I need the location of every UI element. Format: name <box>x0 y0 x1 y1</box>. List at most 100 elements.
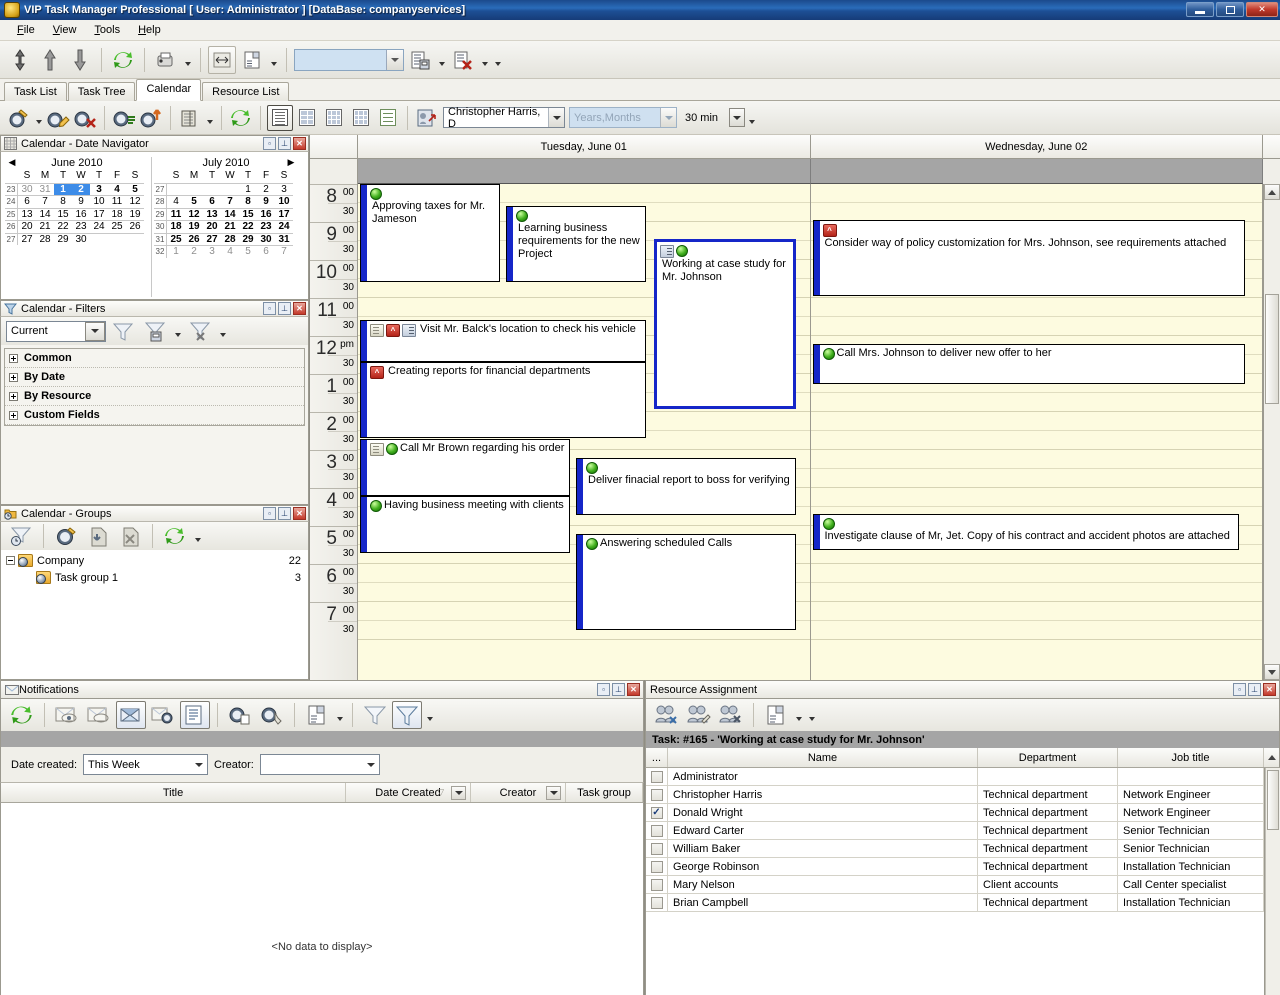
calendar-day-cell[interactable]: 15 <box>239 208 257 221</box>
calendar-day-cell[interactable] <box>221 183 239 196</box>
pin-icon[interactable]: ⊥ <box>278 302 291 315</box>
resource-vertical-scrollbar[interactable] <box>1265 768 1280 995</box>
filter-preset-combo[interactable]: Current <box>6 321 106 342</box>
groups-toolbar-overflow-arrow[interactable] <box>192 522 203 550</box>
calendar-day-cell[interactable]: 27 <box>18 233 36 246</box>
calendar-day-cell[interactable]: 3 <box>275 183 293 196</box>
columns-icon[interactable] <box>238 46 266 74</box>
calendar-day-cell[interactable]: 8 <box>54 195 72 208</box>
calendar-day-cell[interactable]: 29 <box>54 233 72 246</box>
calendar-day-cell[interactable]: 27 <box>203 233 221 246</box>
calendar-day-cell[interactable]: 24 <box>90 220 108 233</box>
delete-view-icon[interactable] <box>449 46 477 74</box>
row-checkbox-cell[interactable] <box>646 876 668 893</box>
unassign-group-icon[interactable] <box>115 522 145 550</box>
calendar-day-cell[interactable]: 5 <box>126 183 144 196</box>
mark-read-icon[interactable] <box>52 701 82 729</box>
checkbox[interactable] <box>651 897 663 909</box>
calendar-day-cell[interactable]: 21 <box>221 220 239 233</box>
calendar-day-cell[interactable]: 20 <box>18 220 36 233</box>
row-checkbox-cell[interactable] <box>646 804 668 821</box>
calendar-day-cell[interactable]: 20 <box>203 220 221 233</box>
calendar-day-cell[interactable]: 23 <box>257 220 275 233</box>
calendar-day-cell[interactable]: 26 <box>126 220 144 233</box>
delete-view-dropdown-arrow[interactable] <box>479 46 490 74</box>
menu-item-file[interactable]: File <box>8 22 44 38</box>
clear-filter-dropdown-arrow[interactable] <box>217 317 228 345</box>
calendar-day-cell[interactable]: 4 <box>221 245 239 258</box>
calendar-day-cell[interactable]: 3 <box>203 245 221 258</box>
resource-columns-icon[interactable] <box>761 701 791 729</box>
calendar-toolbar-overflow-arrow[interactable] <box>746 104 757 132</box>
day-column-wednesday[interactable]: ^Consider way of policy customization fo… <box>811 184 1264 680</box>
table-row[interactable]: Donald WrightTechnical departmentNetwork… <box>646 804 1264 822</box>
resource-columns-dropdown-arrow[interactable] <box>793 701 804 729</box>
close-icon[interactable]: ✕ <box>627 683 640 696</box>
checkbox[interactable] <box>651 771 663 783</box>
tab-calendar[interactable]: Calendar <box>136 79 201 101</box>
calendar-day-cell[interactable]: 28 <box>221 233 239 246</box>
column-header-title[interactable]: Title <box>1 783 346 802</box>
restore-icon[interactable]: ▫ <box>1233 683 1246 696</box>
calendar-day-cell[interactable]: 24 <box>275 220 293 233</box>
calendar-day-cell[interactable]: 13 <box>18 208 36 221</box>
refresh-icon[interactable] <box>109 46 137 74</box>
interval-combo[interactable]: 30 min <box>681 107 745 128</box>
move-down-icon[interactable] <box>66 46 94 74</box>
notification-columns-icon[interactable] <box>302 701 332 729</box>
calendar-day-cell[interactable]: 13 <box>203 208 221 221</box>
row-checkbox-cell[interactable] <box>646 858 668 875</box>
task-priority-icon[interactable] <box>138 105 164 131</box>
assign-resource-icon[interactable] <box>652 701 682 729</box>
checkbox[interactable] <box>651 879 663 891</box>
calendar-day-cell[interactable]: 29 <box>239 233 257 246</box>
calendar-day-cell[interactable]: 10 <box>90 195 108 208</box>
resource-filter-icon[interactable] <box>414 105 440 131</box>
column-header-date-created[interactable]: Date Created ▽ <box>346 783 471 802</box>
save-filter-icon[interactable] <box>140 317 170 345</box>
restore-icon[interactable]: ▫ <box>263 507 276 520</box>
calendar-day-cell[interactable]: 18 <box>108 208 126 221</box>
checkbox[interactable] <box>651 825 663 837</box>
calendar-day-cell[interactable]: 12 <box>126 195 144 208</box>
calendar-day-cell[interactable]: 5 <box>239 245 257 258</box>
row-checkbox-cell[interactable] <box>646 840 668 857</box>
scroll-up-button[interactable] <box>1264 748 1279 767</box>
chevron-down-icon[interactable] <box>85 322 105 341</box>
chevron-down-icon[interactable] <box>191 755 207 774</box>
notification-copy-icon[interactable] <box>225 701 255 729</box>
column-header-task-group[interactable]: Task group <box>566 783 643 802</box>
appointment-block[interactable]: Call Mrs. Johnson to deliver new offer t… <box>813 344 1245 384</box>
new-task-dropdown-arrow[interactable] <box>33 104 44 132</box>
calendar-day-cell[interactable]: 2 <box>185 245 203 258</box>
calendar-day-cell[interactable]: 26 <box>185 233 203 246</box>
calendar-day-cell[interactable]: 6 <box>203 195 221 208</box>
row-checkbox-cell[interactable] <box>646 894 668 911</box>
calendar-day-cell[interactable] <box>203 183 221 196</box>
view-day-icon[interactable] <box>267 105 293 131</box>
calendar-day-cell[interactable]: 31 <box>36 183 54 196</box>
notification-columns-dropdown-arrow[interactable] <box>334 701 345 729</box>
calendar-day-cell[interactable]: 6 <box>257 245 275 258</box>
notification-filter-dropdown-arrow[interactable] <box>424 701 435 729</box>
checkbox[interactable] <box>651 789 663 801</box>
calendar-day-cell[interactable]: 4 <box>167 195 185 208</box>
calendar-day-cell[interactable]: 4 <box>108 183 126 196</box>
tab-task-list[interactable]: Task List <box>4 82 67 101</box>
calendar-day-cell[interactable]: 7 <box>36 195 54 208</box>
calendar-day-cell[interactable]: 22 <box>54 220 72 233</box>
calendar-day-cell[interactable]: 15 <box>54 208 72 221</box>
column-header-creator[interactable]: Creator <box>471 783 566 802</box>
delete-task-icon[interactable] <box>72 105 98 131</box>
appointment-block[interactable]: Working at case study for Mr. Johnson <box>654 239 796 409</box>
save-filter-dropdown-arrow[interactable] <box>172 317 183 345</box>
appointment-block[interactable]: ^Consider way of policy customization fo… <box>813 220 1245 296</box>
scroll-up-button[interactable] <box>1264 184 1280 200</box>
remove-resource-icon[interactable] <box>716 701 746 729</box>
add-group-icon[interactable] <box>51 522 81 550</box>
calendar-day-cell[interactable]: 11 <box>108 195 126 208</box>
save-view-icon[interactable] <box>406 46 434 74</box>
new-task-icon[interactable] <box>6 105 32 131</box>
view-month-icon[interactable] <box>321 105 347 131</box>
calendar-day-cell[interactable]: 12 <box>185 208 203 221</box>
